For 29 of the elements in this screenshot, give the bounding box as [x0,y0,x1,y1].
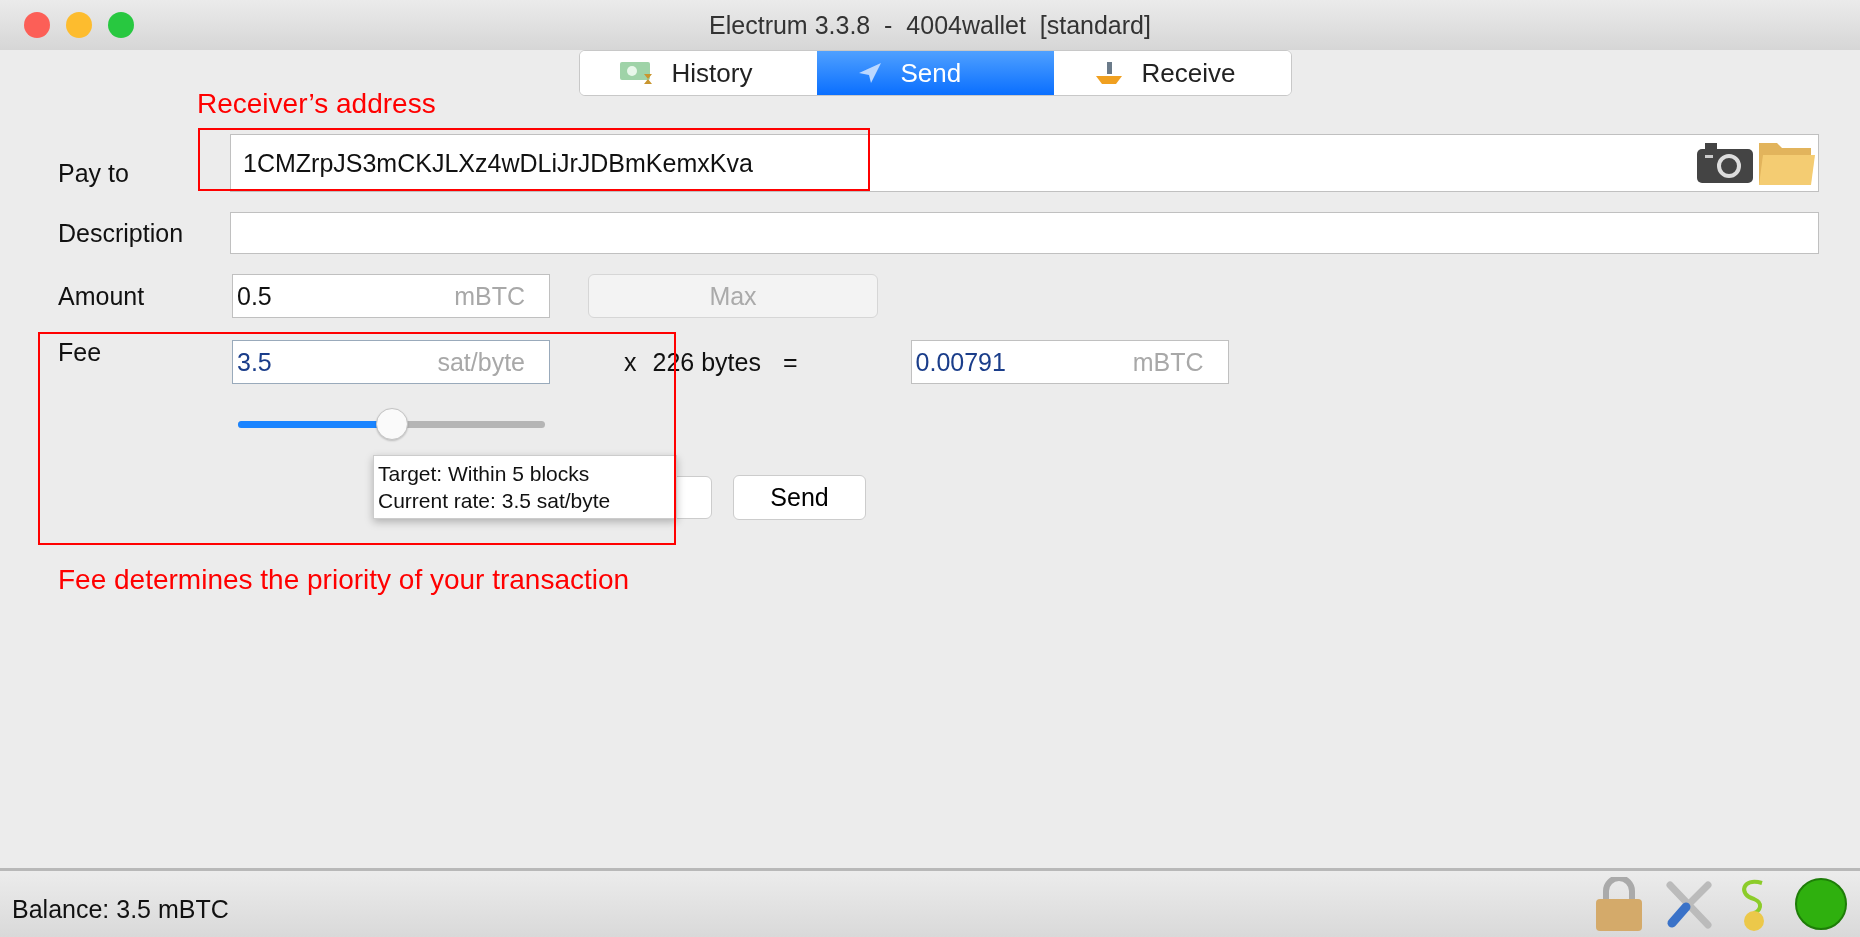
fee-slider[interactable] [238,408,545,441]
annotation-text: Fee determines the priority of your transaction [58,564,630,596]
minimize-button[interactable] [66,12,92,38]
field-label: Description [57,218,180,248]
padlock-icon[interactable] [1594,877,1644,931]
folder-icon[interactable] [1759,141,1815,185]
multiply-sign: x [624,348,637,377]
equals-sign: = [782,348,798,377]
fee-tooltip: Target: Within 5 blocks Current rate: 3.5 sat/byte [373,455,677,519]
field-label: Amount [57,281,146,311]
window-title: Electrum 3.3.8 - 4004wallet [standard] [708,10,1152,40]
banknote-icon [619,60,654,86]
field-label: Fee [57,338,103,367]
annotation-text: Receiver’s address [197,88,436,120]
send-button[interactable]: Send [733,475,866,520]
pay-to-field[interactable]: 1CMZrpJS3mCKJLXz4wDLiJrJDBmKemxKva [230,134,1819,192]
tab[interactable]: Send [816,51,1054,95]
description-field[interactable] [230,212,1819,254]
slider-handle[interactable] [375,408,408,440]
close-button[interactable] [24,12,50,38]
connection-status-icon[interactable] [1794,877,1848,931]
balance-text: Balance: 3.5 mBTC [12,894,229,924]
fee-rate-field[interactable]: 3.5 sat/byte [232,340,550,384]
fee-total-field[interactable]: 0.00791 mBTC [910,340,1229,384]
tray-icon [1093,60,1124,86]
amount-field[interactable]: 0.5 mBTC [232,274,550,318]
zoom-button[interactable] [108,12,134,38]
camera-icon[interactable] [1697,143,1753,183]
field-label: Pay to [57,158,130,188]
